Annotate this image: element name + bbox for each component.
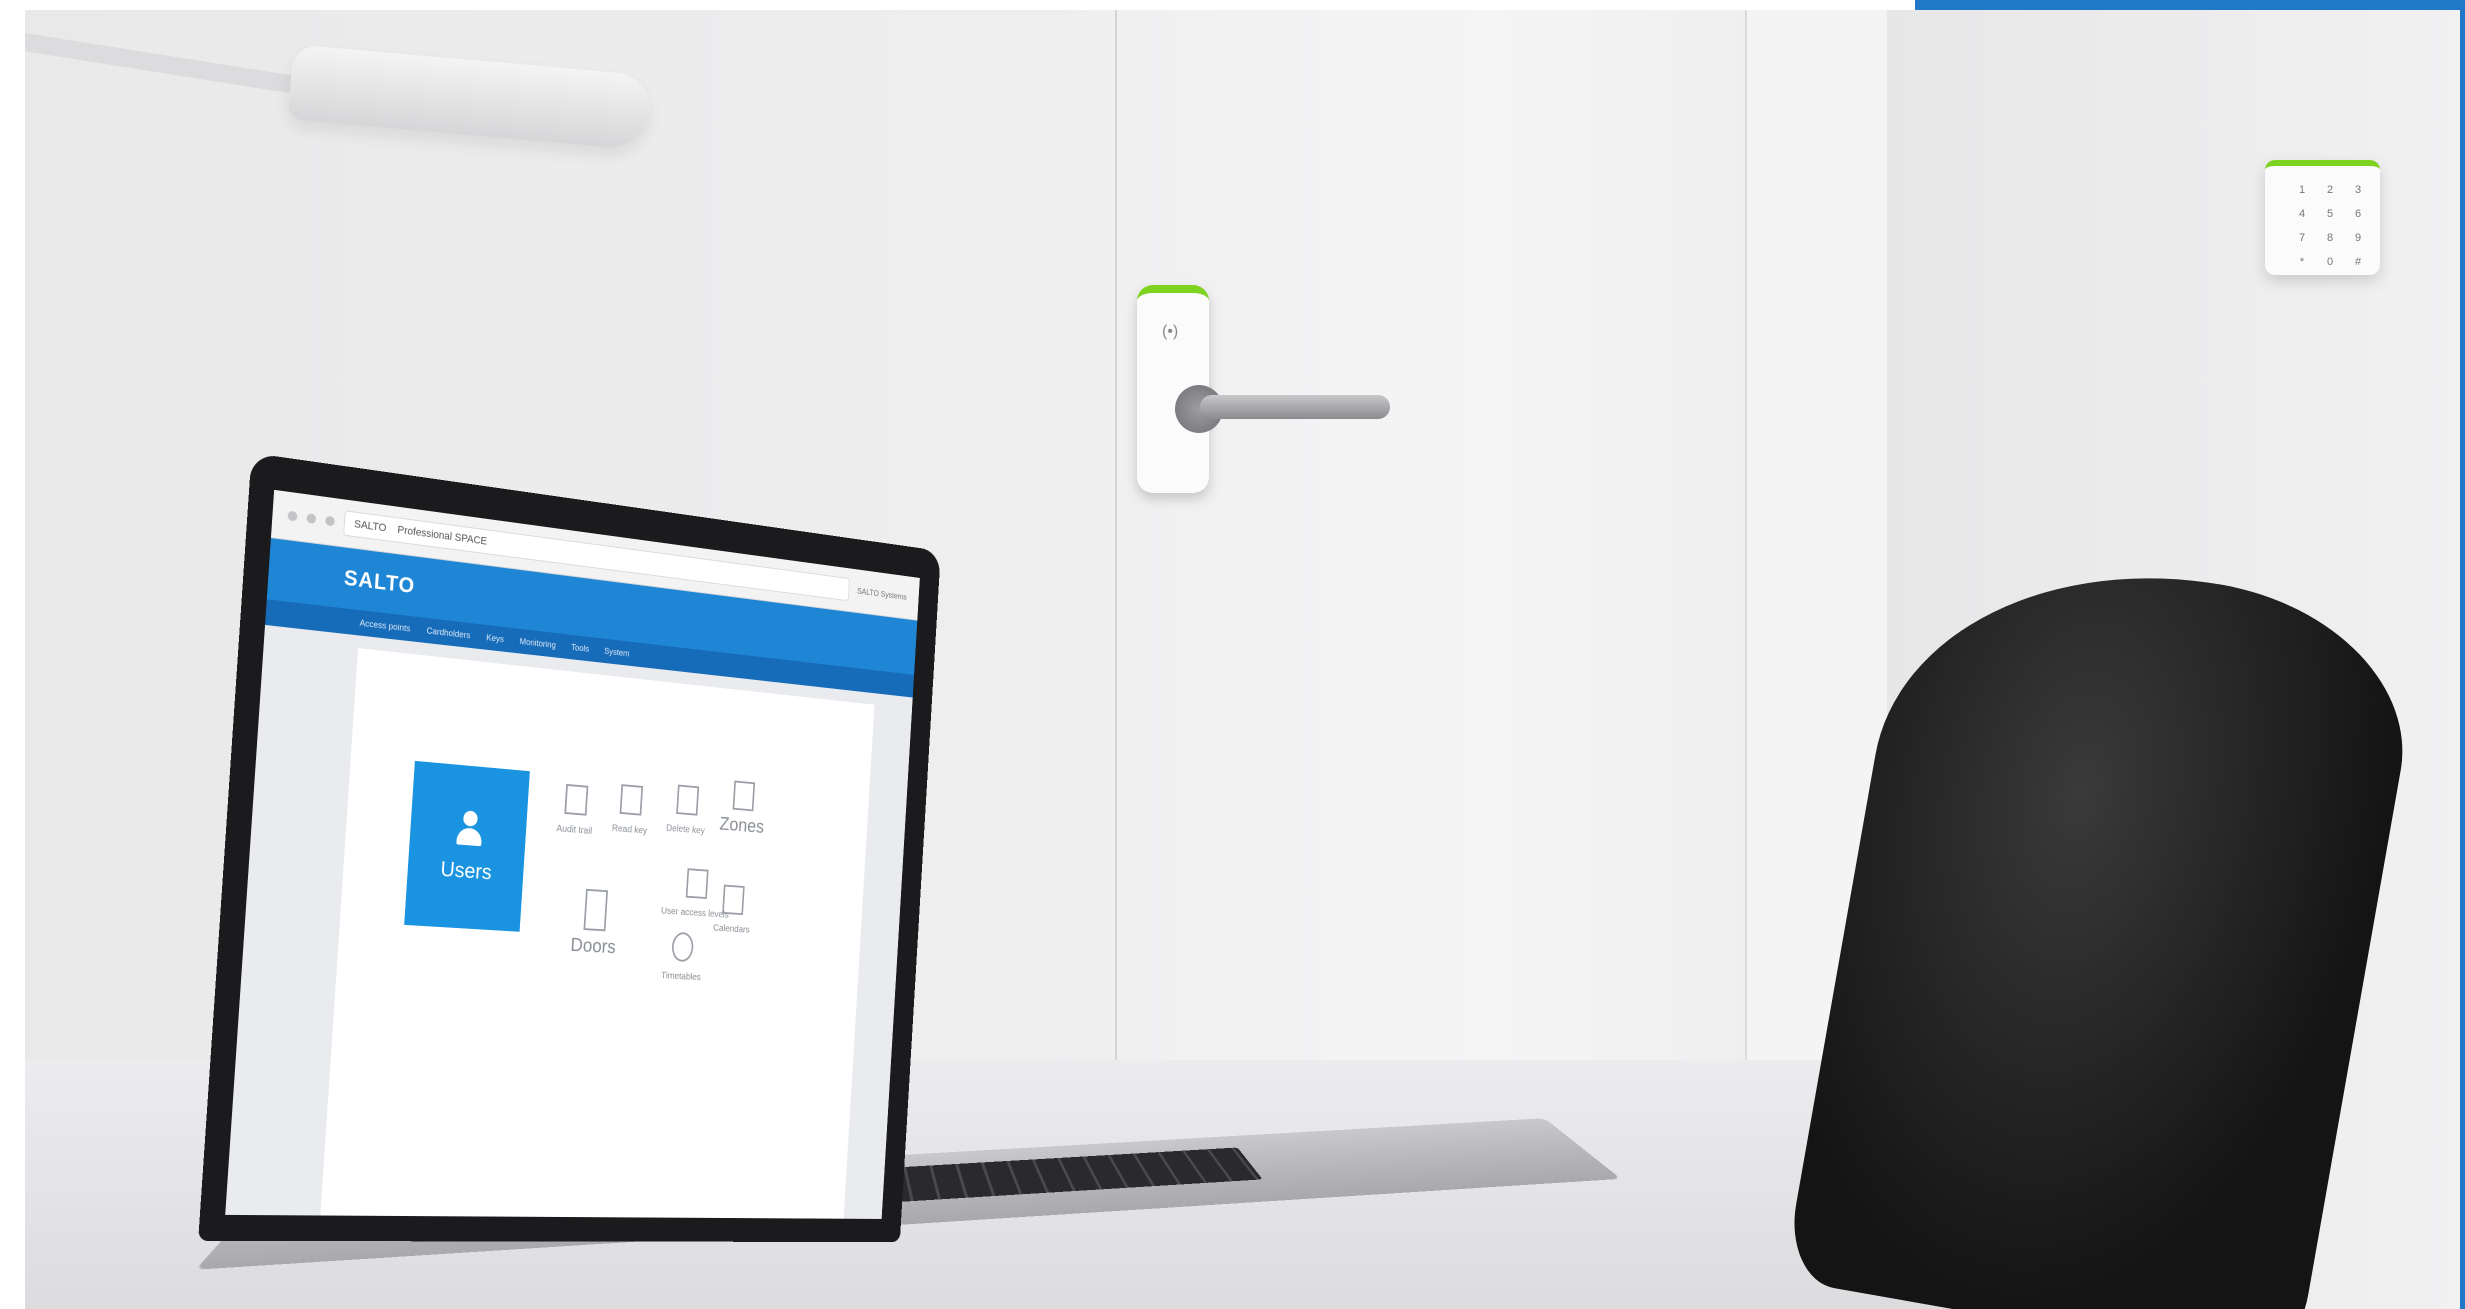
keypad-key: # [2349,256,2367,275]
window-minimize-dot[interactable] [306,513,316,524]
keypad-key: 6 [2349,208,2367,227]
salto-logo: SALTO [343,565,416,599]
tile-label: Audit trail [556,824,592,837]
keypad-key: 8 [2321,232,2339,251]
keypad-key: 1 [2293,184,2311,203]
nav-item[interactable]: Monitoring [519,636,556,650]
keypad-key: 3 [2349,184,2367,203]
clock-icon [671,932,694,963]
laptop-screen: SALTO Professional SPACE SALTO Systems S… [198,453,941,1242]
tile-calendars[interactable]: Calendars [713,884,753,937]
calendar-icon [722,885,745,915]
keypad-key: 2 [2321,184,2339,203]
keypad-key: 5 [2321,208,2339,227]
dashboard: Users Audit trail Read key Delete key Zo… [320,648,874,1219]
keypad-key: 7 [2293,232,2311,251]
tile-doors[interactable]: Doors [570,888,619,959]
tile-label: Zones [719,814,765,838]
nav-item[interactable]: Cardholders [426,626,470,641]
top-accent-bar [1915,0,2460,10]
tile-audit-trail[interactable]: Audit trail [556,783,595,838]
url-text: Professional SPACE [397,524,487,547]
audit-trail-icon [564,784,588,816]
tile-zones[interactable]: Zones [719,779,767,838]
door-handle-lever [1200,395,1390,419]
tile-label: Read key [612,823,648,836]
users-tile[interactable]: Users [404,761,530,932]
nfc-icon: (•) [1162,323,1178,341]
tile-label: Doors [570,935,616,958]
tile-read-key[interactable]: Read key [611,784,649,839]
account-label[interactable]: SALTO Systems [857,586,907,601]
nav-item[interactable]: Keys [486,633,504,644]
nav-item[interactable]: Access points [359,618,410,633]
tile-label: Calendars [713,923,750,935]
users-tile-label: Users [440,857,493,885]
keypad-key: 4 [2293,208,2311,227]
nav-item[interactable]: System [604,646,630,658]
door [1115,10,1747,1090]
wall-keypad: 1 2 3 4 5 6 7 8 9 * 0 # [2265,160,2380,275]
desk-lamp-head [287,44,652,150]
window-maximize-dot[interactable] [325,516,335,527]
zones-icon [732,781,755,812]
user-icon [454,810,483,850]
window-close-dot[interactable] [287,511,297,522]
tile-label: Delete key [666,823,705,836]
office-scene: (•) 1 2 3 4 5 6 7 8 9 * 0 # SALTO Professional SPAC… [25,10,2465,1309]
access-levels-icon [685,868,708,899]
tile-label: Timetables [661,971,701,983]
door-icon [583,889,608,931]
delete-key-icon [676,785,699,816]
nav-item[interactable]: Tools [571,642,589,653]
keypad-key: 0 [2321,256,2339,275]
tile-timetables[interactable]: Timetables [661,931,704,985]
screen-display: SALTO Professional SPACE SALTO Systems S… [225,490,920,1219]
tile-delete-key[interactable]: Delete key [666,784,708,839]
key-icon [620,784,644,815]
tab-label: SALTO [354,518,387,534]
right-accent-bar [2460,0,2465,1309]
keypad-key: 9 [2349,232,2367,251]
keypad-key: * [2293,256,2311,275]
desk-lamp-arm [25,30,322,98]
